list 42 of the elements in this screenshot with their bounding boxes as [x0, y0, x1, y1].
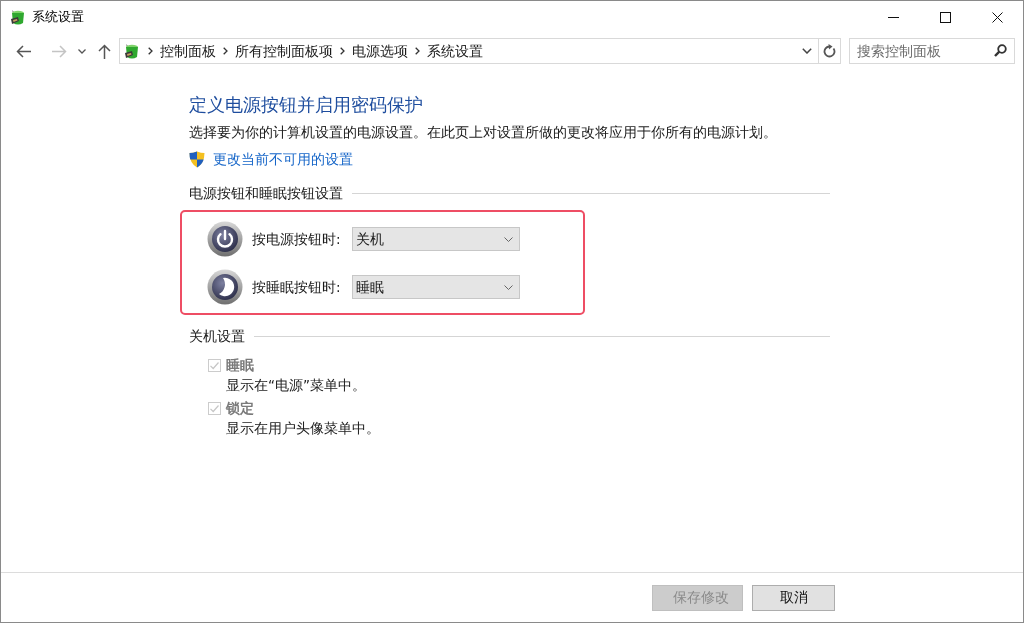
- app-icon: [9, 9, 25, 26]
- refresh-icon: [823, 44, 836, 58]
- maximize-icon: [939, 12, 951, 23]
- close-icon: [991, 12, 1003, 23]
- dropdown[interactable]: 关机: [352, 227, 520, 251]
- forward-arrow-icon: [51, 44, 67, 58]
- app-icon: [123, 42, 139, 60]
- field-label: 按电源按钮时:: [252, 229, 342, 249]
- page-heading: 定义电源按钮并启用密码保护: [189, 94, 423, 117]
- shield-icon: [189, 150, 205, 168]
- chevron-right-icon: [340, 47, 345, 55]
- moon-icon: [207, 269, 243, 305]
- back-arrow-icon: [15, 44, 31, 58]
- field-label: 按睡眠按钮时:: [252, 277, 342, 297]
- window-title: 系统设置: [32, 8, 84, 27]
- minimize-icon: [887, 17, 899, 18]
- breadcrumb[interactable]: 系统设置: [427, 40, 483, 62]
- cancel-button[interactable]: 取消: [752, 584, 835, 611]
- chevron-down-icon: [504, 236, 513, 242]
- page-description: 选择要为你的计算机设置的电源设置。在此页上对设置所做的更改将应用于你所有的电源计划。: [189, 123, 777, 142]
- dropdown[interactable]: 睡眠: [352, 275, 520, 299]
- up-arrow-icon: [97, 43, 111, 59]
- chevron-down-icon: [802, 48, 812, 54]
- chevron-right-icon: [148, 47, 153, 55]
- breadcrumb[interactable]: 电源选项: [352, 40, 408, 62]
- breadcrumb[interactable]: 所有控制面板项: [235, 40, 333, 62]
- search-icon: [994, 44, 1007, 57]
- change-settings-link[interactable]: 更改当前不可用的设置: [213, 149, 353, 169]
- option-description: 显示在“电源”菜单中。: [226, 376, 366, 395]
- address-bar[interactable]: 控制面板 所有控制面板项 电源选项 系统设置: [119, 38, 841, 64]
- checkbox-label: 睡眠: [226, 355, 254, 375]
- section-title: 电源按钮和睡眠按钮设置: [189, 184, 343, 203]
- chevron-right-icon: [415, 47, 420, 55]
- option-description: 显示在用户头像菜单中。: [226, 419, 380, 438]
- breadcrumb[interactable]: 控制面板: [160, 40, 216, 62]
- chevron-down-icon: [78, 48, 86, 54]
- search-field[interactable]: 搜索控制面板: [849, 38, 1015, 64]
- checkbox-label: 锁定: [226, 398, 254, 418]
- chevron-down-icon: [504, 284, 513, 290]
- chevron-right-icon: [223, 47, 228, 55]
- power-icon: [207, 221, 243, 257]
- section-title: 关机设置: [189, 327, 245, 346]
